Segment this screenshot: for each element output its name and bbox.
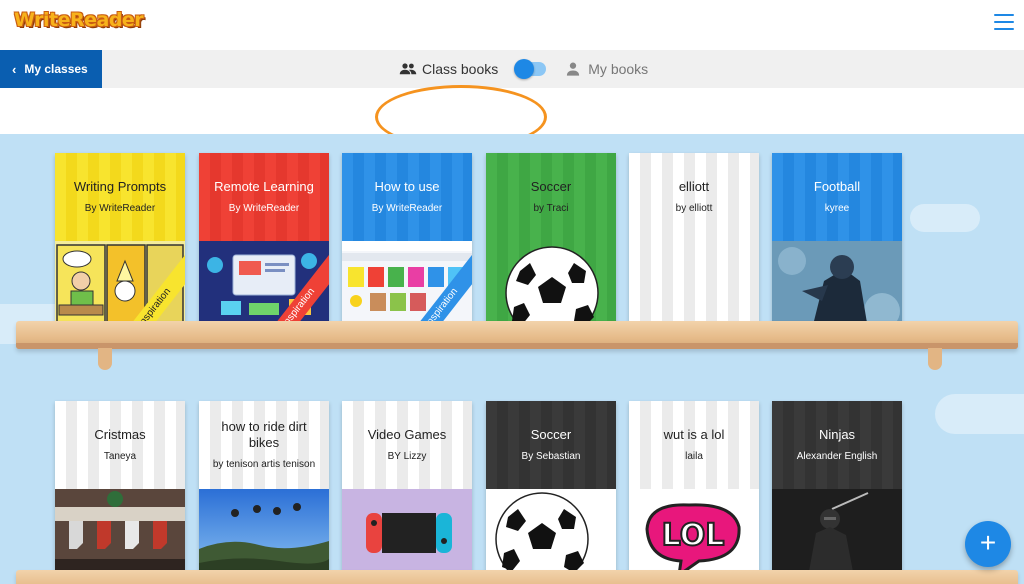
book-cover: Football kyree xyxy=(772,153,902,241)
dirt-bikes-image xyxy=(199,489,329,577)
book-cover: Video Games BY Lizzy xyxy=(342,401,472,489)
book-football[interactable]: Football kyree xyxy=(772,153,902,329)
my-books-option[interactable]: My books xyxy=(566,61,648,77)
book-author: laila xyxy=(685,451,703,462)
book-how-to-use[interactable]: How to use By WriteReader Inspiration xyxy=(342,153,472,329)
book-elliott[interactable]: elliott by elliott xyxy=(629,153,759,329)
book-title: Soccer xyxy=(530,427,572,442)
book-cristmas[interactable]: Cristmas Taneya xyxy=(55,401,185,577)
book-cover: Soccer by Traci xyxy=(486,153,616,241)
book-author: by elliott xyxy=(675,203,713,214)
blank-cover-image xyxy=(629,241,759,329)
football-player-image xyxy=(772,241,902,329)
book-author: kyree xyxy=(824,203,850,214)
my-books-label: My books xyxy=(588,61,649,77)
books-toggle: Class books My books xyxy=(399,50,648,88)
cloud-decoration xyxy=(910,204,980,232)
back-button-label: My classes xyxy=(24,62,88,76)
book-ninjas[interactable]: Ninjas Alexander English xyxy=(772,401,902,577)
book-title: Cristmas xyxy=(94,427,146,442)
book-cover: elliott by elliott xyxy=(629,153,759,241)
book-cover: Remote Learning By WriteReader xyxy=(199,153,329,241)
comic-prompts-image: Inspiration xyxy=(55,241,185,329)
book-author: Alexander English xyxy=(796,451,878,462)
book-video-games[interactable]: Video Games BY Lizzy xyxy=(342,401,472,577)
book-cover: how to ride dirt bikes by tenison artis … xyxy=(199,401,329,489)
shelf-board xyxy=(16,321,1018,349)
book-author: By WriteReader xyxy=(371,203,443,214)
book-soccer-traci[interactable]: Soccer by Traci xyxy=(486,153,616,329)
book-remote-learning[interactable]: Remote Learning By WriteReader Inspirati… xyxy=(199,153,329,329)
person-icon xyxy=(567,62,580,76)
top-bar: WriteReader xyxy=(0,0,1024,50)
book-cover: Cristmas Taneya xyxy=(55,401,185,489)
book-author: Taneya xyxy=(103,451,137,462)
book-soccer-sebastian[interactable]: Soccer By Sebastian xyxy=(486,401,616,577)
add-book-button[interactable]: + xyxy=(965,521,1011,567)
book-cover: Ninjas Alexander English xyxy=(772,401,902,489)
book-dirt-bikes[interactable]: how to ride dirt bikes by tenison artis … xyxy=(199,401,329,577)
people-icon xyxy=(399,63,417,75)
book-title: Soccer xyxy=(530,179,572,194)
book-wut-is-a-lol[interactable]: wut is a lol laila LOL xyxy=(629,401,759,577)
my-classes-back-button[interactable]: ‹ My classes xyxy=(0,50,102,88)
shelf-bracket xyxy=(98,348,112,370)
books-toggle-switch[interactable] xyxy=(514,59,547,79)
ninja-image xyxy=(772,489,902,577)
shelf-board xyxy=(16,570,1018,584)
book-title: How to use xyxy=(374,179,440,194)
book-author: BY Lizzy xyxy=(387,451,427,462)
book-title: Video Games xyxy=(367,427,447,442)
hamburger-menu-icon[interactable] xyxy=(994,14,1014,32)
class-books-label: Class books xyxy=(422,61,499,77)
shelf-bracket xyxy=(928,348,942,370)
book-cover: How to use By WriteReader xyxy=(342,153,472,241)
writereader-logo[interactable]: WriteReader xyxy=(14,9,144,31)
toggle-knob xyxy=(514,59,535,79)
soccer-ball-image xyxy=(486,241,616,329)
app-screenshot-image: Inspiration xyxy=(342,241,472,329)
soccer-ball-image xyxy=(486,489,616,577)
book-title: how to ride dirt bikes xyxy=(221,419,307,450)
bookshelf-area: Writing Prompts By WriteReader Inspirati… xyxy=(0,134,1024,584)
book-cover: wut is a lol laila xyxy=(629,401,759,489)
book-author: by Traci xyxy=(533,203,569,214)
book-title: elliott xyxy=(678,179,710,194)
lol-text-image: LOL xyxy=(629,489,759,577)
book-title: Football xyxy=(813,179,861,194)
online-learning-image: Inspiration xyxy=(199,241,329,329)
nintendo-switch-image xyxy=(342,489,472,577)
book-author: By WriteReader xyxy=(228,203,300,214)
book-cover: Soccer By Sebastian xyxy=(486,401,616,489)
book-author: By WriteReader xyxy=(84,203,156,214)
chevron-left-icon: ‹ xyxy=(12,61,17,77)
book-author: by tenison artis tenison xyxy=(212,459,316,470)
book-title: wut is a lol xyxy=(663,427,725,442)
book-title: Remote Learning xyxy=(214,179,314,194)
christmas-fireplace-image xyxy=(55,489,185,577)
class-books-option[interactable]: Class books xyxy=(399,61,498,77)
book-title: Writing Prompts xyxy=(73,179,167,194)
book-title: Ninjas xyxy=(818,427,856,442)
book-writing-prompts[interactable]: Writing Prompts By WriteReader Inspirati… xyxy=(55,153,185,329)
cloud-decoration xyxy=(935,394,1024,434)
book-author: By Sebastian xyxy=(521,451,581,462)
book-cover: Writing Prompts By WriteReader xyxy=(55,153,185,241)
sub-navigation-bar: ‹ My classes Class books My books xyxy=(0,50,1024,149)
svg-text:LOL: LOL xyxy=(662,518,725,553)
